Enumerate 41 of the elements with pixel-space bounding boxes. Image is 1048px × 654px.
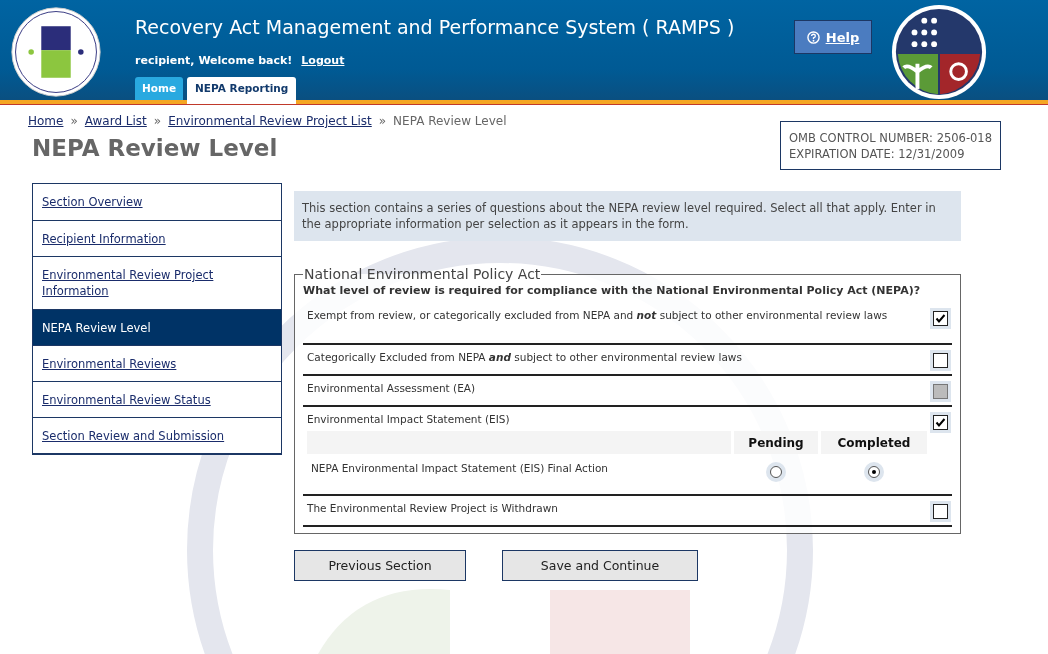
breadcrumb-link[interactable]: Home [28, 114, 64, 128]
sidebar-item[interactable]: Environmental Reviews [33, 345, 281, 381]
option-label: Categorically Excluded from NEPA and subject to other environmental review laws [307, 351, 743, 363]
sidebar-item[interactable]: Recipient Information [33, 220, 281, 256]
option-label: Environmental Impact Statement (EIS) [307, 413, 511, 425]
logout-link[interactable]: Logout [301, 54, 345, 67]
option-label: The Environmental Review Project is Withdrawn [307, 502, 559, 514]
row-label: NEPA Environmental Impact Statement (EIS) Final Action [310, 461, 609, 476]
checkbox[interactable] [933, 415, 948, 430]
breadcrumb-link[interactable]: Award List [84, 114, 147, 128]
form-legend: National Environmental Policy Act [303, 266, 542, 282]
omb-line: EXPIRATION DATE: 12/31/2009 [789, 146, 966, 162]
option-label: Exempt from review, or categorically excluded from NEPA and not subject to other environmental review laws [307, 309, 889, 321]
breadcrumb-current: NEPA Review Level [393, 114, 507, 128]
question-text: What level of review is required for compliance with the National Environmental Policy Act (NEPA)? [303, 284, 922, 297]
checkbox[interactable] [933, 504, 948, 519]
radio-button[interactable] [868, 466, 880, 478]
nav-button[interactable]: Save and Continue [502, 550, 698, 581]
intro-text: This section contains a series of questions about the NEPA review level required. Select all that apply. Enter in the appropriate information per selection as it appears in the form. [294, 191, 961, 241]
welcome-text: recipient, Welcome back! [135, 54, 293, 67]
sidebar-item[interactable]: NEPA Review Level [33, 309, 281, 345]
option-label: Environmental Assessment (EA) [307, 382, 477, 394]
omb-line: OMB CONTROL NUMBER: 2506-018 [789, 130, 992, 146]
breadcrumb-link[interactable]: Environmental Review Project List [168, 114, 372, 128]
page-title: NEPA Review Level [32, 135, 279, 161]
help-icon [806, 30, 820, 44]
column-header: Pending [734, 431, 818, 454]
column-header: Completed [821, 431, 927, 454]
sidebar-item[interactable]: Section Review and Submission [33, 417, 281, 453]
sidebar-item[interactable]: Environmental Review Status [33, 381, 281, 417]
radio-button[interactable] [770, 466, 782, 478]
nav-button[interactable]: Previous Section [294, 550, 466, 581]
checkbox[interactable] [933, 353, 948, 368]
breadcrumb-separator: » [153, 114, 162, 128]
help-button[interactable]: Help [794, 20, 872, 54]
breadcrumb-separator: » [70, 114, 78, 128]
nav-tab[interactable]: NEPA Reporting [187, 77, 297, 104]
system-title: Recovery Act Management and Performance System ( RAMPS ) [135, 16, 736, 38]
checkbox[interactable] [933, 311, 948, 326]
sidebar-item[interactable]: Section Overview [33, 184, 281, 220]
breadcrumb-separator: » [378, 114, 387, 128]
